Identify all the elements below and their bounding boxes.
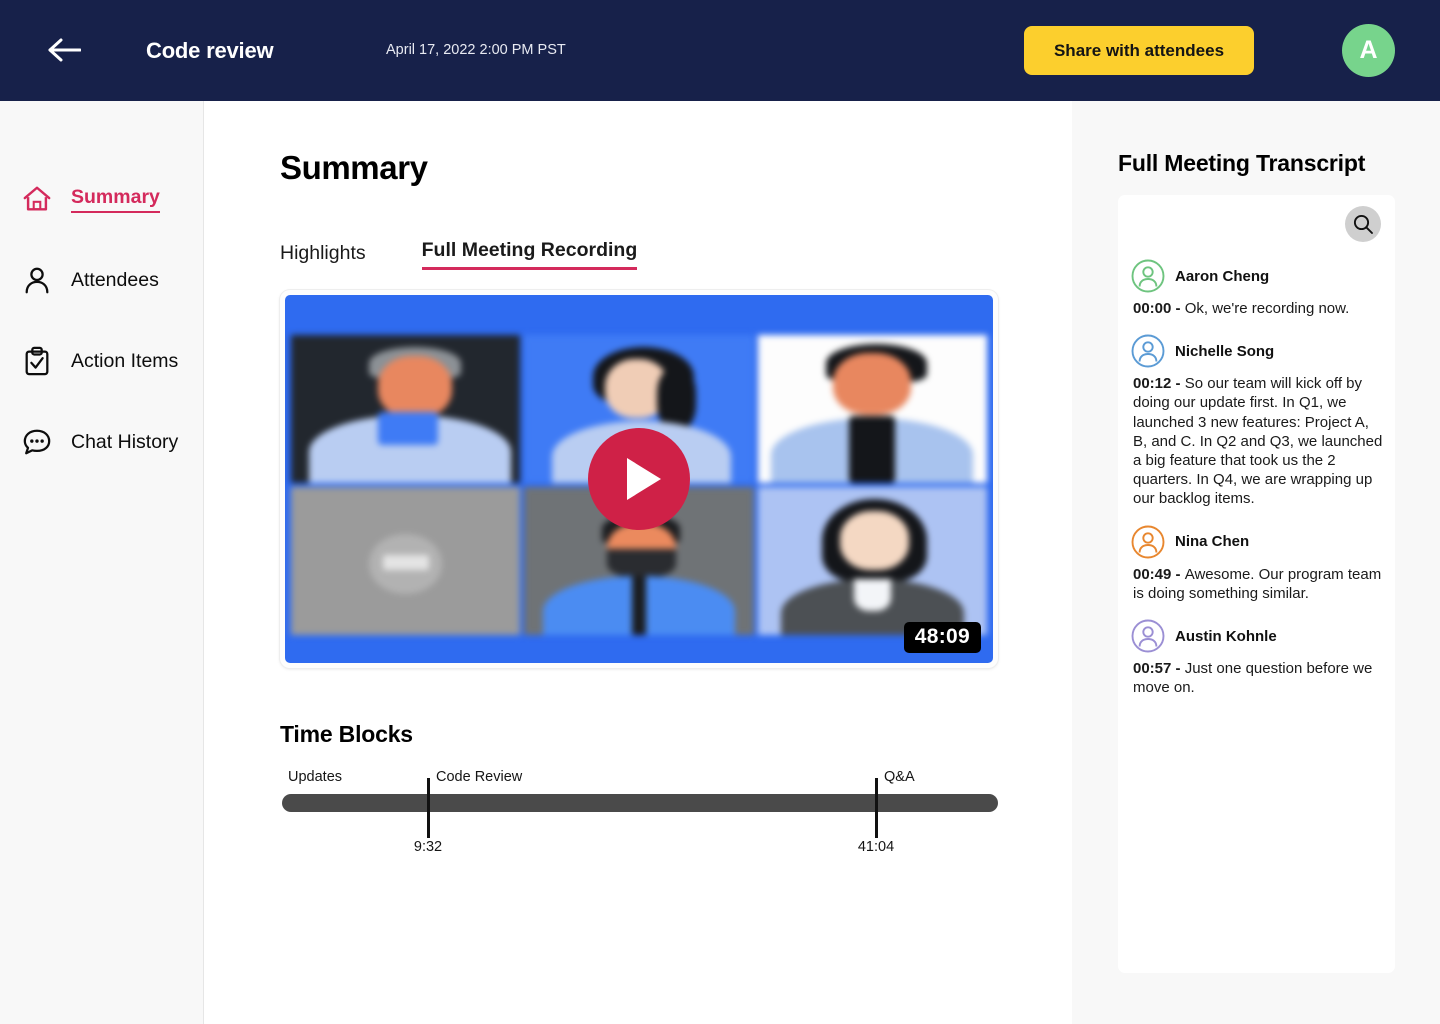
time-blocks-timeline[interactable]: Updates Code Review 9:32 Q&A 41:04 [280,761,998,881]
transcript-text: Ok, we're recording now. [1184,300,1350,317]
transcript-entry-body: 00:49 - Awesome. Our program team is doi… [1133,565,1382,602]
transcript-entry-header: Aaron Cheng [1131,259,1386,293]
play-icon [626,458,661,500]
clipboard-check-icon [25,346,49,376]
speaker-name: Austin Kohnle [1175,627,1277,645]
chat-bubble-icon [23,429,51,455]
speaker-avatar-icon [1131,334,1165,368]
main-content: Summary Highlights Full Meeting Recordin… [204,101,1072,1024]
participant-tile [291,335,521,483]
sidebar-item-label: Action Items [71,349,179,372]
sidebar-item-label: Chat History [71,430,179,453]
time-blocks-title: Time Blocks [280,721,413,747]
content-tabs: Highlights Full Meeting Recording [280,239,638,270]
top-header-bar: Code review April 17, 2022 2:00 PM PST S… [0,0,1440,101]
timeline-block-time: 9:32 [413,839,443,855]
sidebar-item-label: Summary [71,186,160,213]
search-icon [1353,214,1373,234]
timeline-block-label: Q&A [884,769,915,785]
speaker-name: Nina Chen [1175,533,1250,551]
speaker-avatar-icon [1131,619,1165,653]
transcript-entry-header: Nina Chen [1131,525,1386,559]
transcript-entry[interactable]: Nichelle Song 00:12 - So our team will k… [1131,334,1386,508]
transcript-panel: Full Meeting Transcript Aaron Cheng 00:0… [1072,101,1440,1024]
participant-tile [757,335,987,483]
video-duration-badge: 48:09 [903,622,981,653]
speaker-avatar-icon [1131,259,1165,293]
transcript-entry-header: Nichelle Song [1131,334,1386,368]
transcript-timestamp: 00:49 [1133,565,1172,583]
timeline-block-label: Updates [288,769,343,785]
page-title: Summary [280,149,428,186]
sidebar-item-chat-history[interactable]: Chat History [22,427,178,457]
transcript-entry-header: Austin Kohnle [1131,619,1386,653]
timeline-bar[interactable] [282,794,998,812]
transcript-entry-list: Aaron Cheng 00:00 - Ok, we're recording … [1131,259,1386,713]
timeline-block-time: 41:04 [857,839,895,855]
sidebar-nav: Summary Attendees Action Items Chat Hist… [0,101,204,1024]
transcript-timestamp: 00:57 [1133,660,1172,678]
participant-tile [291,487,521,635]
meeting-title: Code review [146,38,274,63]
back-button[interactable] [44,32,84,68]
transcript-entry-body: 00:00 - Ok, we're recording now. [1133,300,1350,317]
timeline-block-label: Code Review [436,769,523,785]
transcript-entry[interactable]: Austin Kohnle 00:57 - Just one question … [1131,619,1386,697]
user-avatar[interactable]: A [1342,24,1395,77]
timeline-tick [875,778,878,838]
home-icon [23,186,51,211]
transcript-search-button[interactable] [1345,206,1381,242]
meeting-summary-page: Code review April 17, 2022 2:00 PM PST S… [0,0,1440,1024]
meeting-datetime: April 17, 2022 2:00 PM PST [386,42,566,58]
play-button[interactable] [588,428,690,530]
transcript-timestamp: 00:00 [1133,300,1172,317]
tab-full-meeting-recording[interactable]: Full Meeting Recording [421,239,638,270]
person-icon [25,267,49,294]
speaker-name: Aaron Cheng [1175,267,1270,285]
speaker-name: Nichelle Song [1175,342,1275,360]
transcript-entry-body: 00:57 - Just one question before we move… [1133,660,1373,697]
speaker-avatar-icon [1131,525,1165,559]
transcript-card: Aaron Cheng 00:00 - Ok, we're recording … [1118,195,1395,973]
transcript-entry[interactable]: Nina Chen 00:49 - Awesome. Our program t… [1131,525,1386,603]
timeline-tick [427,778,430,838]
share-with-attendees-button[interactable]: Share with attendees [1024,26,1254,75]
tab-highlights[interactable]: Highlights [280,242,366,270]
transcript-timestamp: 00:12 [1133,375,1172,393]
sidebar-item-summary[interactable]: Summary [22,184,160,214]
transcript-entry-body: 00:12 - So our team will kick off by doi… [1133,375,1383,508]
transcript-title: Full Meeting Transcript [1118,150,1366,176]
video-player[interactable]: 48:09 [280,290,998,668]
transcript-text: So our team will kick off by doing our u… [1133,375,1383,508]
sidebar-item-label: Attendees [71,268,159,291]
video-thumbnail: 48:09 [285,295,993,663]
transcript-entry[interactable]: Aaron Cheng 00:00 - Ok, we're recording … [1131,259,1386,318]
participant-tile [757,487,987,635]
sidebar-item-attendees[interactable]: Attendees [22,265,159,295]
arrow-left-icon [48,38,81,62]
sidebar-item-action-items[interactable]: Action Items [22,346,178,376]
